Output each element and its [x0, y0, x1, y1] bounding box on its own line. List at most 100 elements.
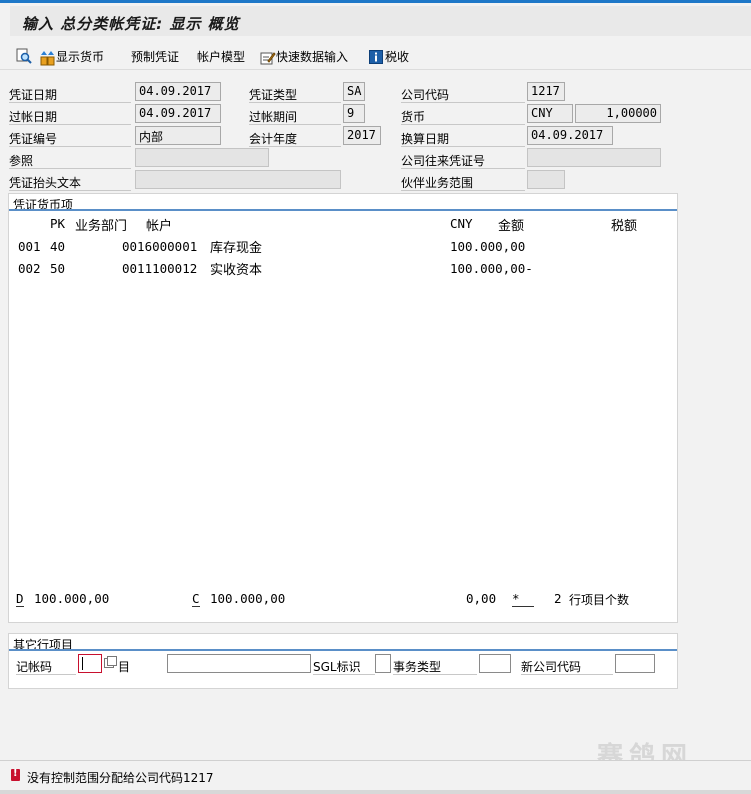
label-underline: [16, 674, 76, 675]
section-divider: [9, 649, 677, 651]
posting-date-label: 过帐日期: [9, 110, 58, 124]
sgl-label: SGL标识: [313, 660, 361, 674]
account-label: 目: [118, 660, 131, 674]
doc-date-field[interactable]: 04.09.2017: [135, 82, 221, 101]
tax-button[interactable]: 税收: [369, 48, 409, 65]
posting-date-field[interactable]: 04.09.2017: [135, 104, 221, 123]
item-count-label: 行项目个数: [569, 593, 630, 607]
search-help-icon[interactable]: [104, 656, 117, 670]
balance-amount: 0,00: [466, 591, 497, 606]
exchange-rate-field[interactable]: 1,00000: [575, 104, 661, 123]
intercompany-field[interactable]: [527, 148, 661, 167]
currency-coins-icon: [40, 50, 55, 65]
account-model-button[interactable]: 帐户模型: [197, 48, 245, 65]
doc-number-field[interactable]: 内部: [135, 126, 221, 145]
label-underline: [9, 146, 131, 147]
window-title: 输入 总分类帐凭证: 显示 概览: [22, 15, 240, 33]
currency-field[interactable]: CNY: [527, 104, 573, 123]
application-toolbar: 显示货币 预制凭证 帐户模型 快速数据输入 税收: [0, 42, 751, 70]
tax-label: 税收: [385, 50, 410, 64]
label-underline: [9, 190, 131, 191]
item-count: 2: [554, 591, 562, 606]
reference-field[interactable]: [135, 148, 269, 167]
account-number: 0011100012: [122, 261, 198, 276]
doc-number-label: 凭证编号: [9, 132, 58, 146]
col-account-header: 帐户: [146, 219, 173, 234]
translation-date-field[interactable]: 04.09.2017: [527, 126, 613, 145]
label-underline: [9, 102, 131, 103]
bottom-border: [0, 790, 751, 794]
doc-type-label: 凭证类型: [249, 88, 298, 102]
trading-partner-field[interactable]: [527, 170, 565, 189]
label-underline: [313, 674, 375, 675]
col-currency-header: CNY: [450, 216, 473, 231]
debit-total: 100.000,00: [34, 591, 110, 606]
label-underline: [401, 124, 525, 125]
col-amount-header: 金额: [498, 219, 525, 234]
item-amount: 100.000,00: [450, 239, 526, 254]
posting-key: 50: [50, 261, 66, 276]
account-number: 0016000001: [122, 239, 198, 254]
label-underline: [9, 124, 131, 125]
label-underline: [401, 102, 525, 103]
item-number: 001: [18, 239, 41, 254]
label-underline: [401, 168, 525, 169]
posting-key-input[interactable]: [78, 654, 102, 673]
transaction-type-label: 事务类型: [393, 660, 442, 674]
label-underline: [521, 674, 613, 675]
col-tax-header: 税额: [611, 219, 638, 234]
parked-document-button[interactable]: 预制凭证: [131, 48, 179, 65]
error-icon: [11, 768, 20, 781]
top-accent-line: [0, 0, 751, 3]
new-company-code-label: 新公司代码: [521, 660, 582, 674]
display-currency-label: 显示货币: [56, 50, 105, 64]
fast-data-entry-label: 快速数据输入: [276, 50, 349, 64]
posting-key: 40: [50, 239, 66, 254]
account-input[interactable]: [167, 654, 311, 673]
edit-form-icon: [260, 50, 276, 64]
company-code-field[interactable]: 1217: [527, 82, 565, 101]
credit-indicator: C: [192, 591, 200, 607]
label-underline: [401, 146, 525, 147]
balance-indicator: *: [512, 591, 534, 607]
fiscal-year-field[interactable]: 2017: [343, 126, 381, 145]
display-document-button[interactable]: [16, 48, 32, 64]
credit-total: 100.000,00: [210, 591, 286, 606]
status-message: 没有控制范围分配给公司代码1217: [27, 771, 214, 785]
doc-date-label: 凭证日期: [9, 88, 58, 102]
col-pk-header: PK: [50, 216, 66, 231]
parked-document-label: 预制凭证: [131, 50, 180, 64]
currency-label: 货币: [401, 110, 426, 124]
label-underline: [249, 124, 341, 125]
magnifier-document-icon: [16, 48, 32, 64]
new-company-code-input[interactable]: [615, 654, 655, 673]
section-divider: [9, 209, 677, 211]
header-text-field[interactable]: [135, 170, 341, 189]
label-underline: [249, 146, 341, 147]
text-cursor: [82, 657, 83, 670]
fiscal-year-label: 会计年度: [249, 132, 298, 146]
doc-type-field[interactable]: SA: [343, 82, 365, 101]
display-currency-button[interactable]: 显示货币: [40, 48, 104, 65]
debit-indicator: D: [16, 591, 24, 607]
col-bus-area-header: 业务部门: [75, 219, 128, 234]
intercompany-label: 公司往来凭证号: [401, 154, 486, 168]
sgl-input[interactable]: [375, 654, 391, 673]
reference-label: 参照: [9, 154, 34, 168]
item-amount: 100.000,00-: [450, 261, 533, 276]
label-underline: [393, 674, 477, 675]
info-icon: [369, 49, 383, 64]
period-field[interactable]: 9: [343, 104, 365, 123]
trading-partner-label: 伙伴业务范围: [401, 176, 474, 190]
label-underline: [249, 102, 341, 103]
account-name: 实收资本: [210, 263, 263, 278]
posting-key-label: 记帐码: [16, 660, 53, 674]
account-model-label: 帐户模型: [197, 50, 246, 64]
label-underline: [401, 190, 525, 191]
fast-data-entry-button[interactable]: 快速数据输入: [260, 48, 348, 65]
transaction-type-input[interactable]: [479, 654, 511, 673]
company-code-label: 公司代码: [401, 88, 450, 102]
header-text-label: 凭证抬头文本: [9, 176, 82, 190]
other-line-item-panel: 其它行项目 记帐码 目 SGL标识 事务类型 新公司代码: [8, 633, 678, 689]
status-bar[interactable]: 没有控制范围分配给公司代码1217: [0, 760, 751, 788]
